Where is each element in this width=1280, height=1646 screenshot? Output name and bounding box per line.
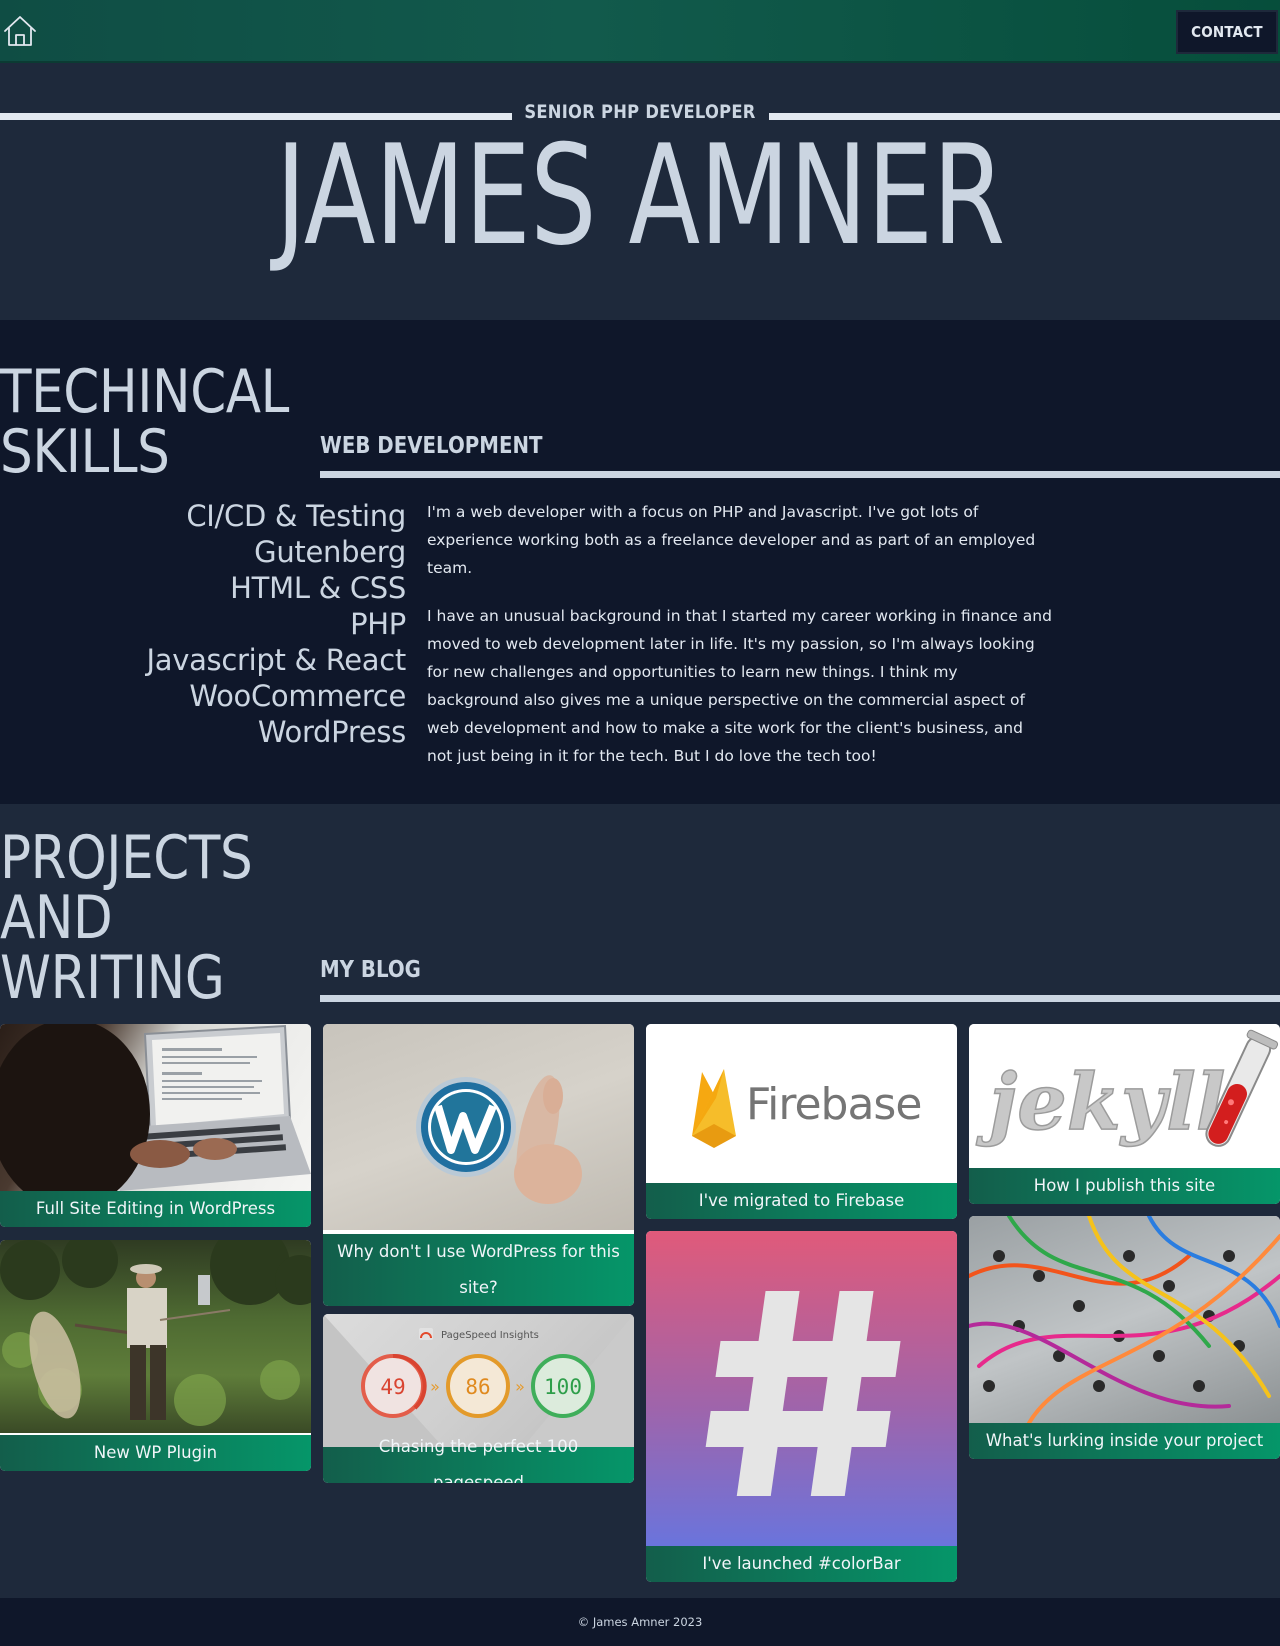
home-link[interactable] [3, 14, 37, 48]
pagespeed-label: PageSpeed Insights [441, 1330, 539, 1341]
hero: SENIOR PHP DEVELOPER JAMES AMNER [0, 63, 1280, 320]
projects-section: PROJECTS AND WRITING MY BLOG Full Site E… [0, 804, 1280, 1598]
field-net-photo [0, 1240, 311, 1433]
blog-card[interactable]: Firebase I've migrated to Firebase [646, 1024, 957, 1219]
divider [320, 995, 1280, 1002]
wordpress-logo-photo [323, 1024, 634, 1230]
contact-button[interactable]: CONTACT [1176, 10, 1278, 54]
blog-card[interactable]: New WP Plugin [0, 1240, 311, 1471]
bio-paragraph: I'm a web developer with a focus on PHP … [427, 503, 1036, 577]
skill-item: CI/CD & Testing [186, 499, 406, 533]
jekyll-logo: jekyll [969, 1024, 1280, 1168]
pagespeed-score: 100 [544, 1375, 582, 1399]
projects-heading-line: WRITING [0, 943, 225, 1013]
page-title: JAMES AMNER [275, 115, 1006, 276]
laptop-photo [0, 1024, 311, 1191]
firebase-logo: Firebase [646, 1024, 957, 1183]
blog-card[interactable]: jekyll How I publish this site [969, 1024, 1280, 1204]
web-development-heading: WEB DEVELOPMENT [320, 433, 543, 459]
top-nav: CONTACT [0, 0, 1280, 63]
patch-cables-photo [969, 1216, 1280, 1423]
blog-card-title: How I publish this site [969, 1168, 1280, 1204]
blog-card[interactable]: What's lurking inside your project [969, 1216, 1280, 1459]
blog-card-title: What's lurking inside your project [969, 1423, 1280, 1459]
skills-section: TECHINCAL SKILLS WEB DEVELOPMENT CI/CD &… [0, 320, 1280, 804]
home-icon [4, 16, 36, 46]
skill-item: WooCommerce [189, 679, 406, 713]
pagespeed-score: 49 [380, 1375, 405, 1399]
skill-item: PHP [350, 607, 406, 641]
blog-card-title: I've migrated to Firebase [646, 1183, 957, 1219]
blog-card-title: Chasing the perfect 100 pagespeed [323, 1437, 634, 1483]
bio: I'm a web developer with a focus on PHP … [427, 498, 1052, 790]
blog-card[interactable]: Why don't I use WordPress for this site? [323, 1024, 634, 1306]
skill-list: CI/CD & Testing Gutenberg HTML & CSS PHP… [147, 498, 407, 750]
blog-card-title: Full Site Editing in WordPress [0, 1191, 311, 1227]
pagespeed-score: 86 [465, 1375, 490, 1399]
divider [320, 471, 1280, 478]
skills-heading: TECHINCAL SKILLS [0, 362, 289, 482]
svg-text:»: » [515, 1377, 525, 1396]
firebase-wordmark: Firebase [746, 1079, 921, 1130]
jekyll-wordmark: jekyll [976, 1057, 1225, 1148]
copyright: © James Amner 2023 [577, 1615, 703, 1629]
blog-card-title: I've launched #colorBar [646, 1546, 957, 1582]
skill-item: Gutenberg [254, 535, 406, 569]
footer: © James Amner 2023 [0, 1598, 1280, 1646]
blog-heading: MY BLOG [320, 957, 421, 983]
skill-item: Javascript & React [146, 643, 407, 677]
skills-heading-line: SKILLS [0, 417, 170, 487]
svg-text:»: » [430, 1377, 440, 1396]
skill-item: WordPress [257, 715, 406, 749]
projects-heading: PROJECTS AND WRITING [0, 828, 258, 1008]
blog-card[interactable]: PageSpeed Insights 49 » 86 » 100 Chasing… [323, 1314, 634, 1483]
pagespeed-scores-image: PageSpeed Insights 49 » 86 » 100 [323, 1314, 634, 1447]
bio-paragraph: I have an unusual background in that I s… [427, 607, 1052, 765]
blog-card-title: New WP Plugin [0, 1435, 311, 1471]
hash-gradient-image [646, 1231, 957, 1546]
skill-item: HTML & CSS [230, 571, 406, 605]
blog-card[interactable]: Full Site Editing in WordPress [0, 1024, 311, 1227]
blog-card[interactable]: I've launched #colorBar [646, 1231, 957, 1582]
blog-card-title: Why don't I use WordPress for this site? [323, 1234, 634, 1306]
